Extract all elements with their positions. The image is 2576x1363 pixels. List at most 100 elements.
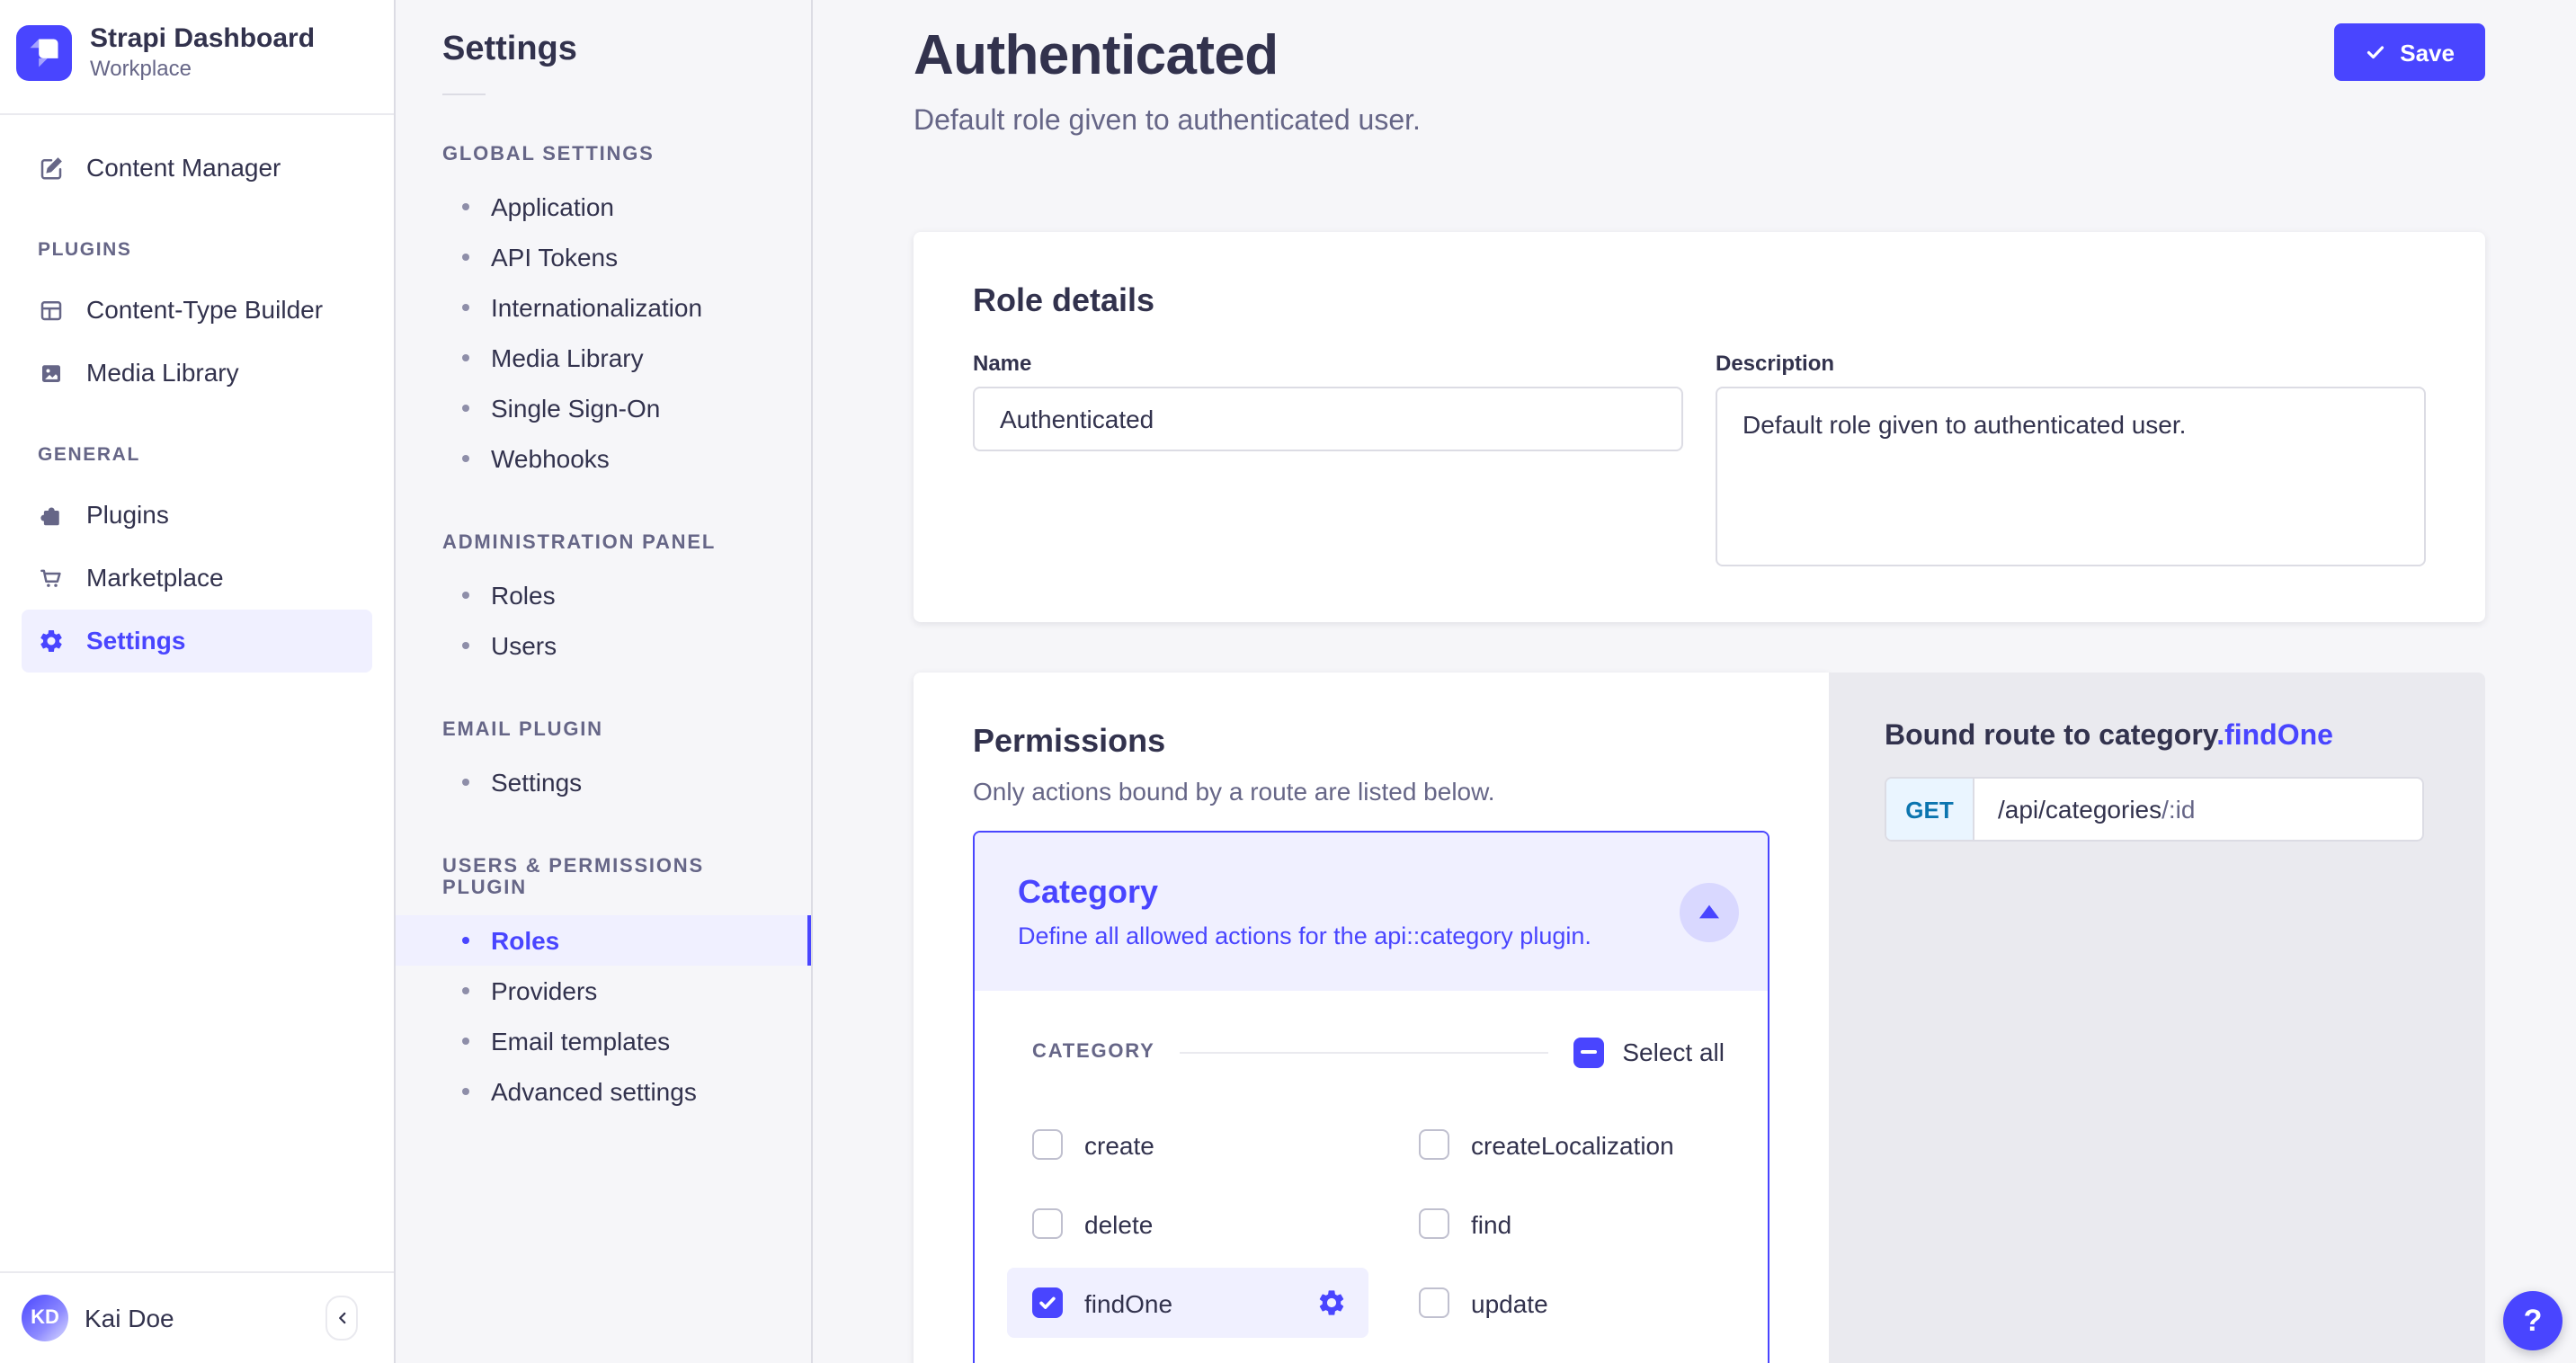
category-accordion: Category Define all allowed actions for … [973,831,1769,1363]
subnav-item-internationalization[interactable]: Internationalization [396,282,811,333]
description-field-group: Description Default role given to authen… [1716,351,2426,575]
save-button-label: Save [2400,39,2455,66]
subnav-item-media-library[interactable]: Media Library [396,333,811,383]
bullet-icon [462,779,469,786]
find-checkbox[interactable] [1419,1208,1449,1239]
subnav-item-admin-users[interactable]: Users [396,620,811,671]
subnav-item-email-settings[interactable]: Settings [396,757,811,807]
gear-icon [38,627,65,654]
sidebar-item-label: Plugins [86,500,169,529]
subnav-item-up-email-templates[interactable]: Email templates [396,1016,811,1066]
permission-createLocalization[interactable]: createLocalization [1394,1109,1725,1180]
bullet-icon [462,203,469,210]
sidebar-section-general: GENERAL [38,443,356,465]
permission-label: create [1084,1130,1154,1159]
accordion-collapse-button[interactable] [1680,882,1739,941]
subnav-item-label: Internationalization [491,293,702,322]
feather-edit-icon [38,154,65,181]
route-box: GET /api/categories/:id [1885,777,2424,842]
permission-label: createLocalization [1471,1130,1674,1159]
role-details-grid: Name Description Default role given to a… [973,351,2426,575]
subnav-item-up-roles[interactable]: Roles [396,915,811,966]
select-all-checkbox[interactable] [1573,1037,1604,1067]
bound-route-title-action: .findOne [2216,721,2333,752]
sidebar-item-label: Content Manager [86,153,281,182]
permission-delete[interactable]: delete [1007,1189,1394,1259]
subnav-title: Settings [396,31,811,70]
findOne-checkbox[interactable] [1032,1287,1063,1318]
subnav-item-label: Application [491,192,614,221]
sidebar-section-plugins: PLUGINS [38,238,356,260]
permissions-row: Permissions Only actions bound by a rout… [914,673,2485,1363]
permission-update[interactable]: update [1394,1268,1725,1338]
permission-create[interactable]: create [1007,1109,1394,1180]
subnav-item-up-advanced-settings[interactable]: Advanced settings [396,1066,811,1117]
route-path-base: /api/categories [1998,795,2162,824]
category-group-row: CATEGORY Select all [1007,1034,1725,1070]
sidebar-item-label: Settings [86,626,185,655]
subnav-item-label: Providers [491,976,597,1005]
subnav-item-admin-roles[interactable]: Roles [396,570,811,620]
permission-findOne[interactable]: findOne [1007,1268,1368,1338]
create-checkbox[interactable] [1032,1129,1063,1160]
permissions-card: Permissions Only actions bound by a rout… [914,673,1829,1363]
sidebar-nav: Content Manager PLUGINS Content-Type Bui… [0,114,394,1271]
brand-workspace: Workplace [90,56,315,84]
workspace-switcher[interactable]: Strapi Dashboard Workplace [0,0,394,114]
subnav-item-application[interactable]: Application [396,182,811,232]
permissions-grid: create createLocalization delete [1007,1109,1725,1338]
category-accordion-header[interactable]: Category Define all allowed actions for … [975,833,1768,991]
sidebar-item-content-manager[interactable]: Content Manager [22,136,372,199]
subnav-section-global-settings: GLOBAL SETTINGS [442,144,764,165]
subnav-item-single-sign-on[interactable]: Single Sign-On [396,383,811,433]
strapi-dashboard: Strapi Dashboard Workplace Content Manag… [0,0,2576,1363]
sidebar-item-marketplace[interactable]: Marketplace [22,546,372,609]
subnav-section-email-plugin: EMAIL PLUGIN [442,719,764,741]
bullet-icon [462,642,469,649]
subnav-item-api-tokens[interactable]: API Tokens [396,232,811,282]
subnav-section-users-permissions-plugin: USERS & PERMISSIONS PLUGIN [442,856,764,899]
page-title: Authenticated [914,23,1421,88]
role-name-input[interactable] [973,387,1683,451]
brand-text: Strapi Dashboard Workplace [90,23,315,84]
bullet-icon [462,455,469,462]
createLocalization-checkbox[interactable] [1419,1129,1449,1160]
bullet-icon [462,592,469,599]
permission-label: delete [1084,1209,1153,1238]
permission-find[interactable]: find [1394,1189,1725,1259]
sidebar-collapse-button[interactable] [325,1296,358,1341]
sidebar-item-settings[interactable]: Settings [22,609,372,672]
settings-subnav: Settings GLOBAL SETTINGS Application API… [396,0,813,1363]
permission-label: find [1471,1209,1511,1238]
subnav-item-up-providers[interactable]: Providers [396,966,811,1016]
select-all-control[interactable]: Select all [1573,1037,1725,1067]
save-button[interactable]: Save [2333,23,2485,81]
select-all-label: Select all [1622,1038,1725,1066]
category-accordion-subtitle: Define all allowed actions for the api::… [1018,922,1591,949]
bullet-icon [462,405,469,412]
permissions-subtitle: Only actions bound by a route are listed… [973,777,1769,806]
bullet-icon [462,254,469,261]
role-details-title: Role details [973,282,2426,320]
delete-checkbox[interactable] [1032,1208,1063,1239]
permission-settings-cog-icon[interactable] [1316,1287,1347,1318]
subnav-item-webhooks[interactable]: Webhooks [396,433,811,484]
sidebar-item-content-type-builder[interactable]: Content-Type Builder [22,278,372,341]
bullet-icon [462,1038,469,1045]
group-divider [1181,1051,1549,1053]
subnav-item-label: Webhooks [491,444,610,473]
sidebar-item-plugins[interactable]: Plugins [22,483,372,546]
user-name[interactable]: Kai Doe [85,1304,174,1332]
update-checkbox[interactable] [1419,1287,1449,1318]
role-description-textarea[interactable]: Default role given to authenticated user… [1716,387,2426,566]
page-header-text: Authenticated Default role given to auth… [914,23,1421,138]
bullet-icon [462,937,469,944]
sidebar-item-media-library[interactable]: Media Library [22,341,372,404]
category-accordion-text: Category Define all allowed actions for … [1018,874,1591,949]
permissions-title: Permissions [973,723,1769,761]
bullet-icon [462,987,469,994]
category-group-label: CATEGORY [1032,1041,1155,1063]
help-button[interactable]: ? [2503,1291,2563,1350]
user-avatar[interactable]: KD [22,1295,68,1341]
indeterminate-dash-icon [1581,1050,1597,1055]
